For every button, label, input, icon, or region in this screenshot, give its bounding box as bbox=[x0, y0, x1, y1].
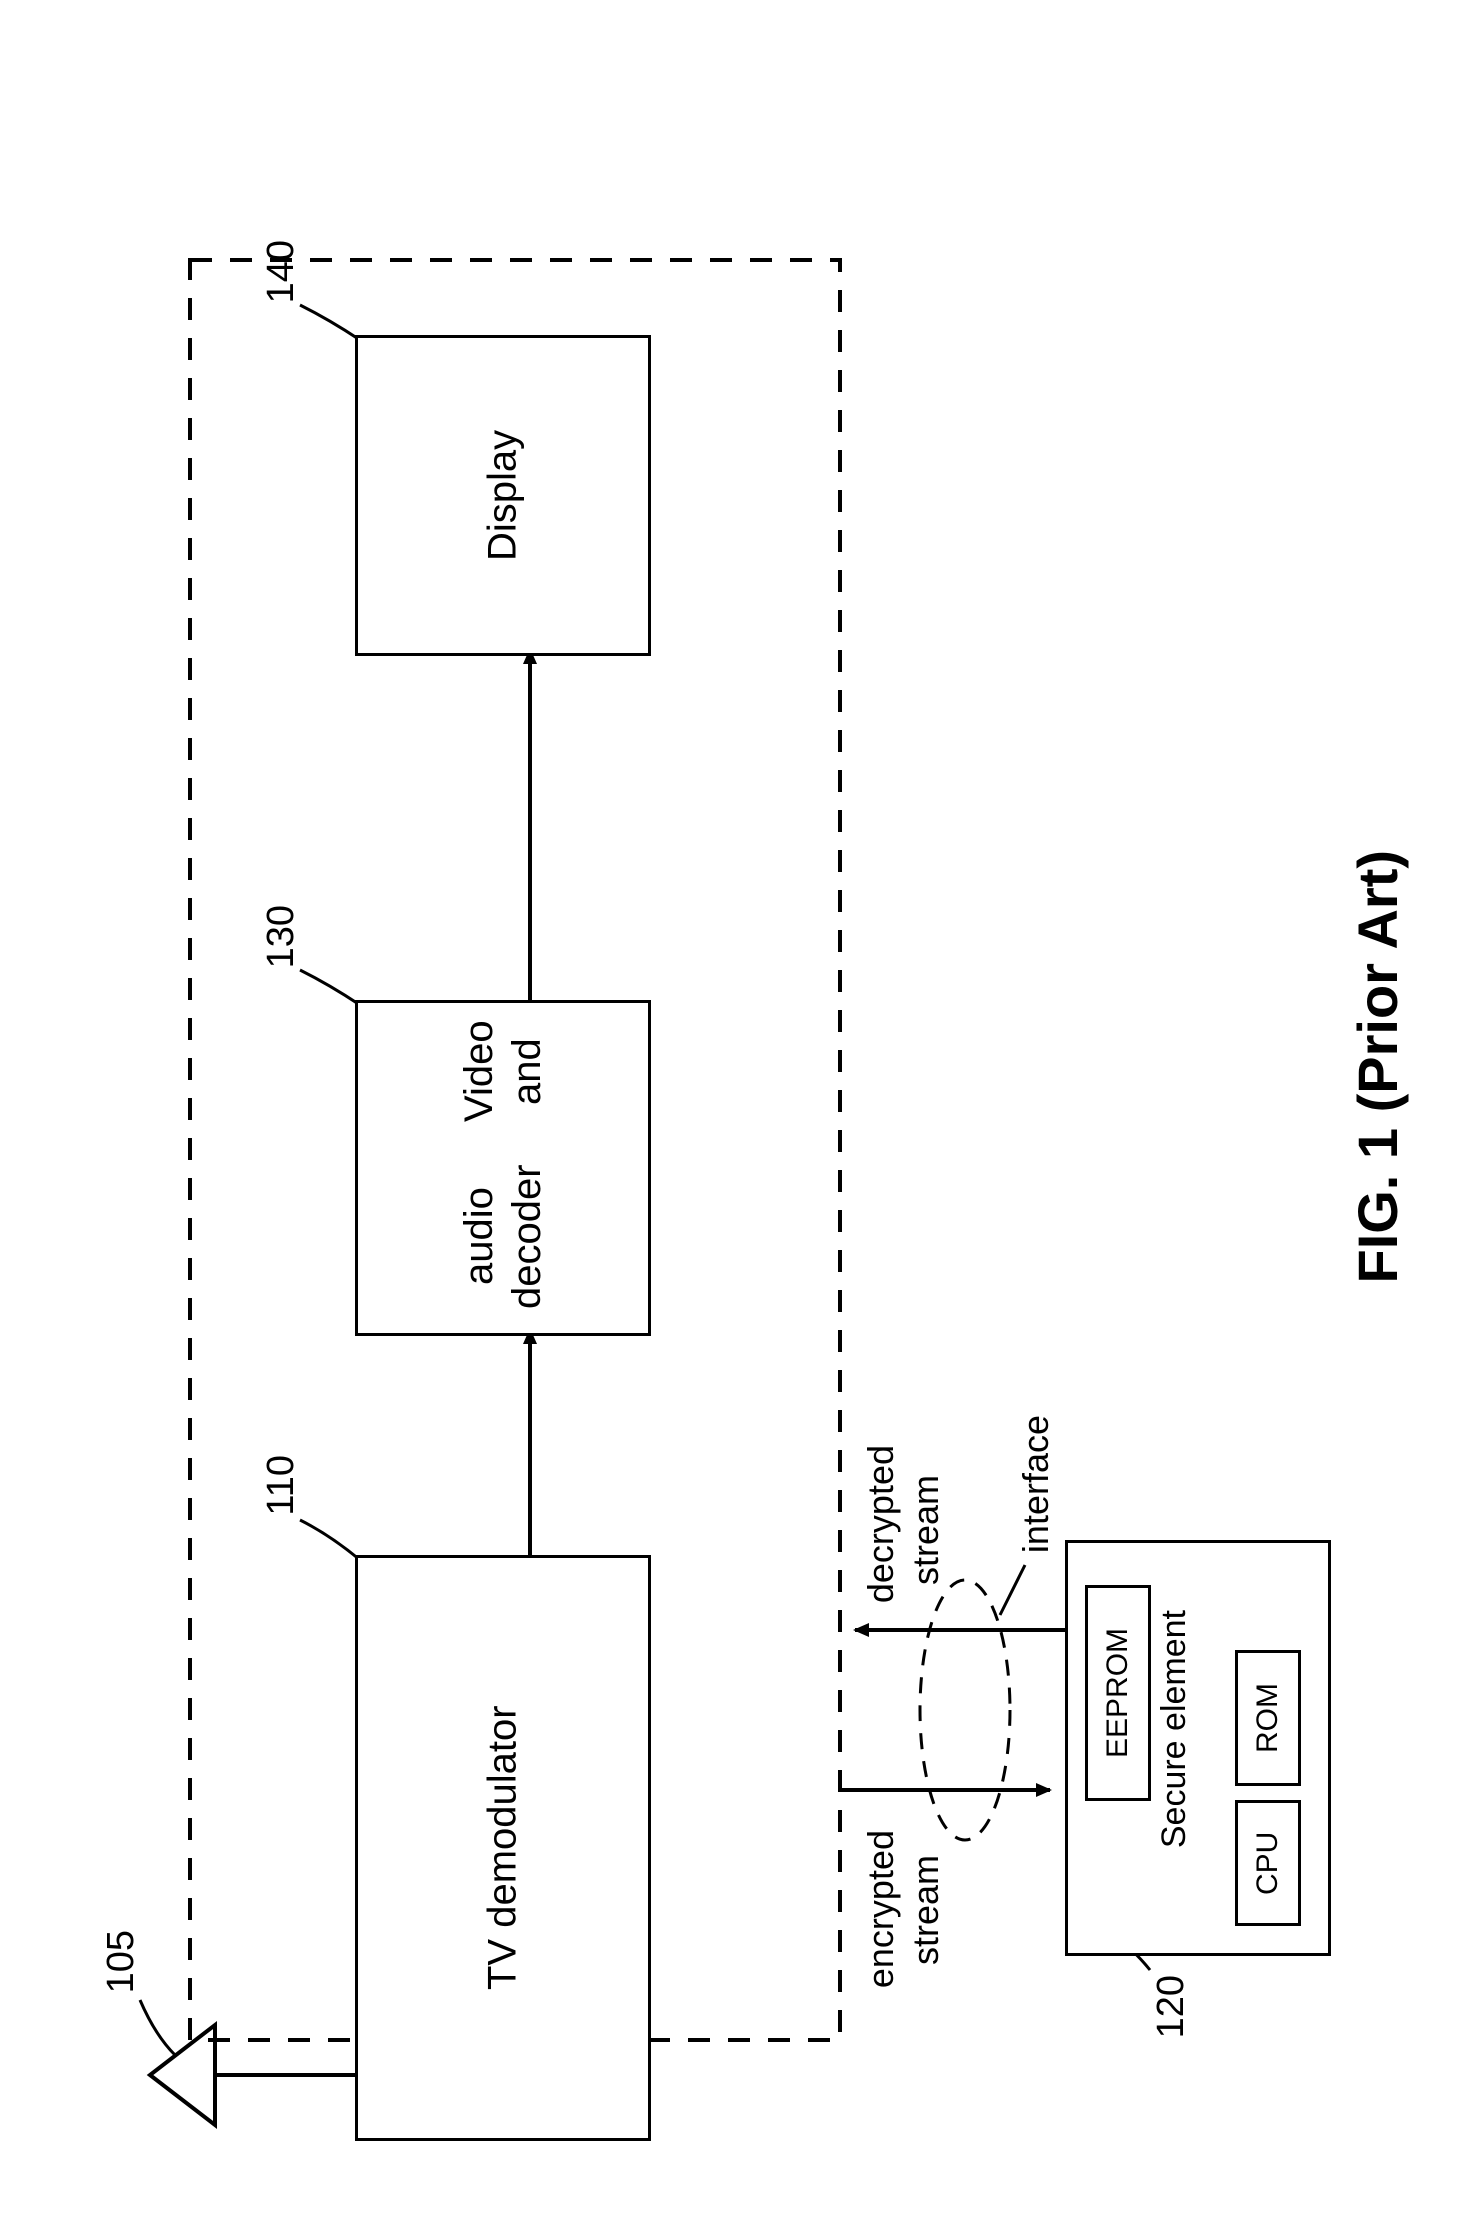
ref-110: 110 bbox=[260, 1455, 303, 1516]
diagram-canvas: TV demodulator audio decoder Video and D… bbox=[0, 0, 1483, 2225]
cpu-label: CPU bbox=[1251, 1831, 1285, 1894]
ref-105: 105 bbox=[100, 1930, 143, 1993]
display-label: Display bbox=[481, 430, 526, 561]
display-block: Display bbox=[355, 335, 651, 656]
decrypted-label-line2: stream bbox=[905, 1475, 947, 1585]
decrypted-label-line1: decrypted bbox=[860, 1445, 902, 1603]
tv-demodulator-block: TV demodulator bbox=[355, 1555, 651, 2141]
decoder-label-line1: Video and bbox=[455, 1003, 551, 1140]
interface-label: interface bbox=[1015, 1415, 1057, 1553]
rom-label: ROM bbox=[1251, 1683, 1285, 1753]
eeprom-label: EEPROM bbox=[1101, 1628, 1135, 1758]
encrypted-label-line2: stream bbox=[905, 1855, 947, 1965]
eeprom-block: EEPROM bbox=[1085, 1585, 1151, 1801]
ref-140: 140 bbox=[260, 240, 303, 303]
figure-caption: FIG. 1 (Prior Art) bbox=[1345, 850, 1410, 1284]
ref-130: 130 bbox=[260, 905, 303, 968]
tv-demodulator-label: TV demodulator bbox=[481, 1706, 526, 1991]
decoder-label-line2: audio decoder bbox=[455, 1140, 551, 1333]
encrypted-label-line1: encrypted bbox=[860, 1830, 902, 1988]
ref-120: 120 bbox=[1150, 1975, 1193, 2038]
rom-block: ROM bbox=[1235, 1650, 1301, 1786]
decoder-block: audio decoder Video and bbox=[355, 1000, 651, 1336]
cpu-block: CPU bbox=[1235, 1800, 1301, 1926]
secure-element-label: Secure element bbox=[1155, 1610, 1194, 1848]
